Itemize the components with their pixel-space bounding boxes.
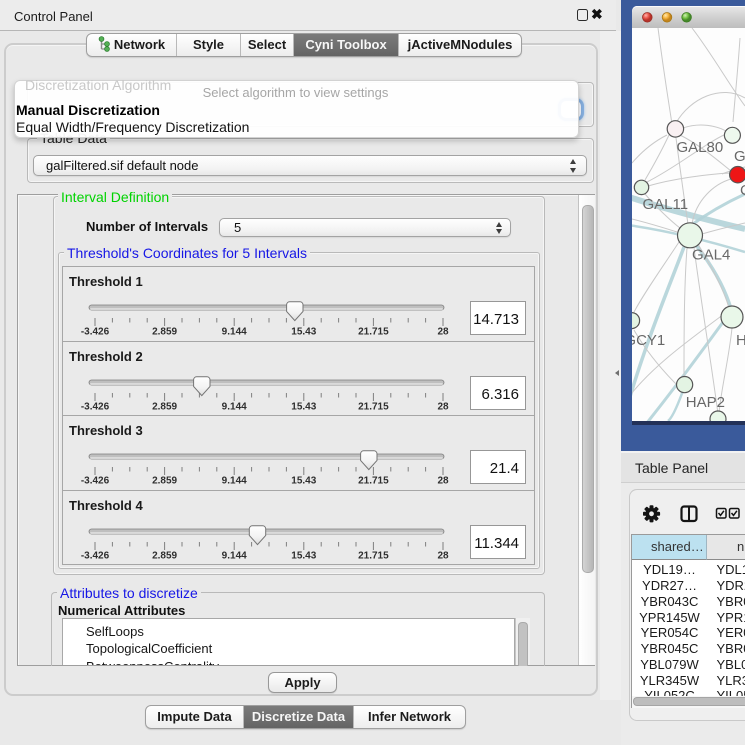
svg-text:28: 28 xyxy=(437,476,449,487)
svg-text:-3.426: -3.426 xyxy=(81,550,110,561)
svg-text:9.144: 9.144 xyxy=(222,550,247,561)
svg-text:15.43: 15.43 xyxy=(291,550,316,561)
svg-text:-3.426: -3.426 xyxy=(81,401,110,412)
svg-text:21.715: 21.715 xyxy=(358,327,389,338)
svg-text:15.43: 15.43 xyxy=(291,401,316,412)
svg-text:GCY1: GCY1 xyxy=(632,332,665,349)
svg-text:GAL80: GAL80 xyxy=(677,139,724,156)
svg-text:-3.426: -3.426 xyxy=(81,327,110,338)
svg-text:H: H xyxy=(736,332,745,349)
svg-text:2.859: 2.859 xyxy=(152,327,177,338)
svg-text:GAL11: GAL11 xyxy=(643,196,689,213)
svg-text:28: 28 xyxy=(437,401,449,412)
svg-text:28: 28 xyxy=(437,550,449,561)
svg-text:2.859: 2.859 xyxy=(152,401,177,412)
svg-text:2.859: 2.859 xyxy=(152,550,177,561)
svg-text:-3.426: -3.426 xyxy=(81,476,110,487)
svg-text:15.43: 15.43 xyxy=(291,327,316,338)
svg-text:2.859: 2.859 xyxy=(152,476,177,487)
svg-text:C: C xyxy=(740,182,745,199)
svg-text:9.144: 9.144 xyxy=(222,401,247,412)
svg-text:G.: G. xyxy=(734,148,745,165)
svg-text:21.715: 21.715 xyxy=(358,476,389,487)
svg-text:28: 28 xyxy=(437,327,449,338)
svg-text:21.715: 21.715 xyxy=(358,401,389,412)
svg-text:21.715: 21.715 xyxy=(358,550,389,561)
svg-text:GAL4: GAL4 xyxy=(692,247,730,264)
svg-text:9.144: 9.144 xyxy=(222,327,247,338)
svg-text:9.144: 9.144 xyxy=(222,476,247,487)
svg-text:15.43: 15.43 xyxy=(291,476,316,487)
svg-text:HAP2: HAP2 xyxy=(686,394,725,411)
